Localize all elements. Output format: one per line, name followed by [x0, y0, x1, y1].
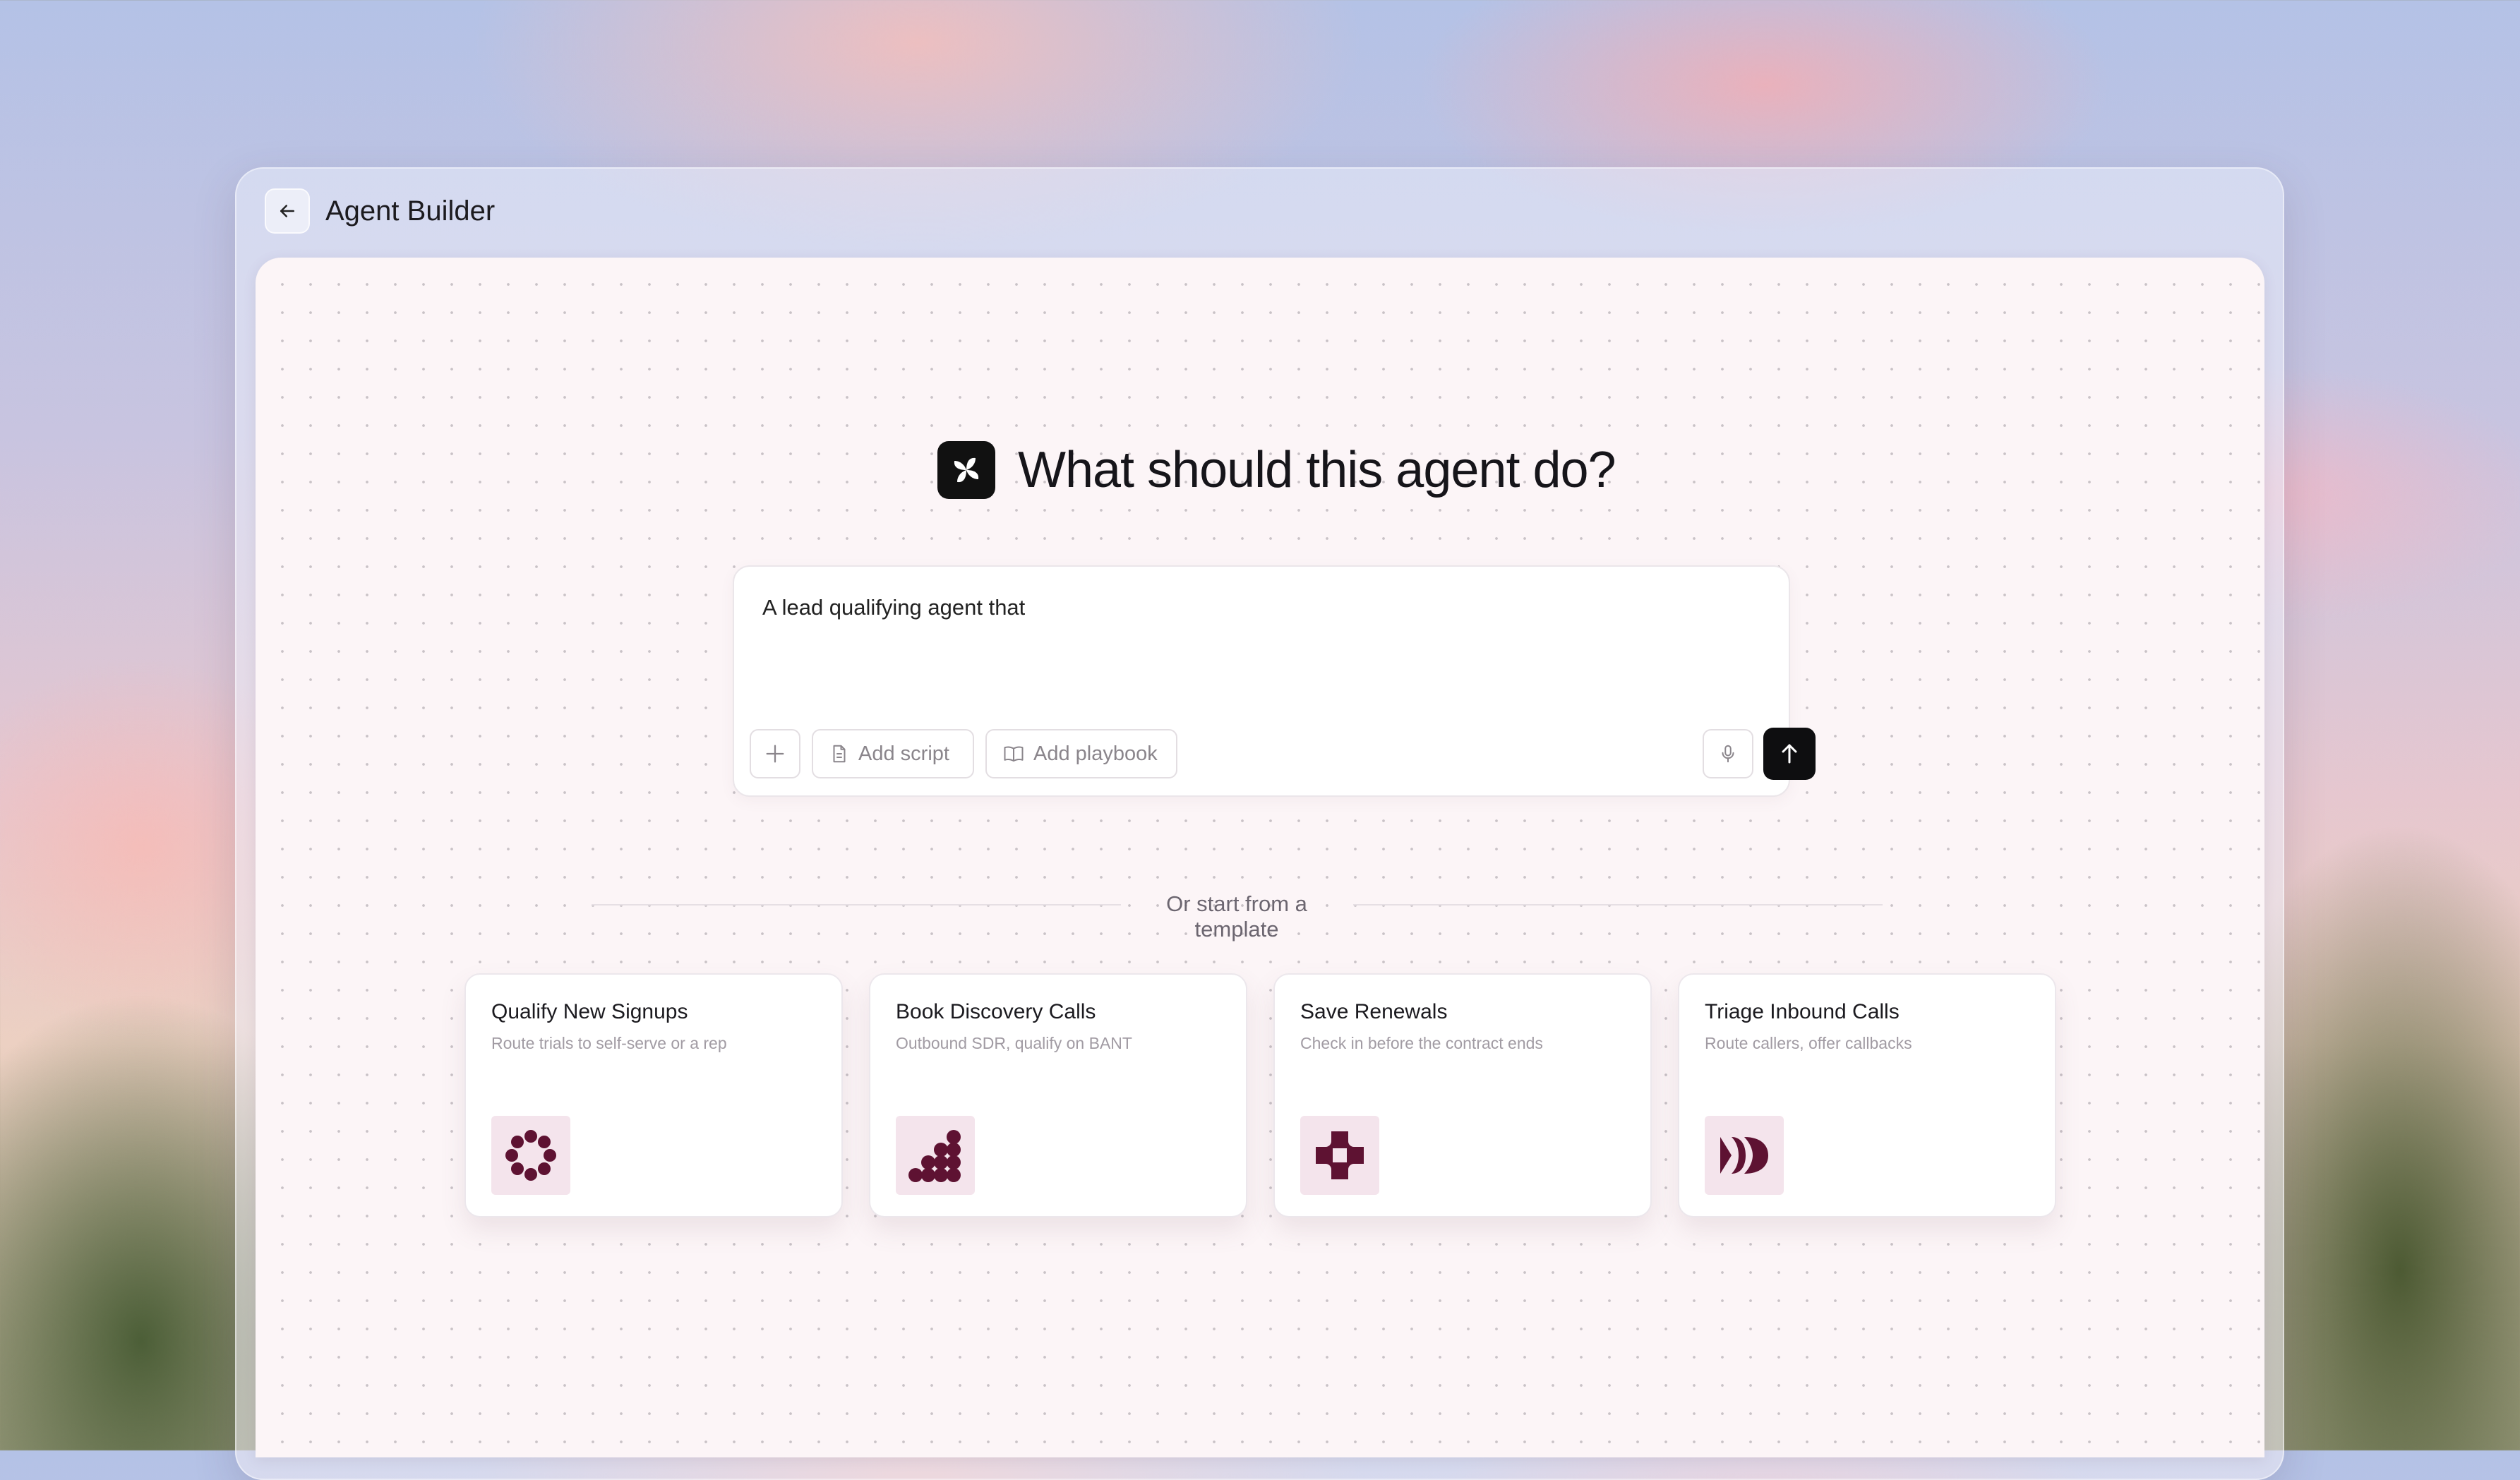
template-card-triage-inbound[interactable]: Triage Inbound Calls Route callers, offe… [1678, 973, 2056, 1217]
card-title: Triage Inbound Calls [1705, 1000, 1900, 1023]
arrow-up-icon [1782, 744, 1797, 764]
arrow-forward-shapes-icon [1705, 1116, 1784, 1195]
add-playbook-label: Add playbook [1033, 742, 1158, 765]
divider-right [1353, 904, 1883, 906]
prompt-input[interactable]: A lead qualifying agent that [762, 595, 1025, 620]
headline: What should this agent do? [937, 441, 1616, 499]
microphone-icon [1722, 745, 1734, 763]
prompt-box[interactable]: A lead qualifying agent that Add script … [733, 565, 1816, 797]
arrow-left-icon [280, 205, 294, 217]
microphone-button[interactable] [1703, 729, 1753, 778]
lifebuoy-icon [1300, 1116, 1379, 1195]
template-card-qualify-signups[interactable]: Qualify New Signups Route trials to self… [464, 973, 843, 1217]
attach-button[interactable] [750, 729, 800, 778]
card-subtitle: Check in before the contract ends [1300, 1034, 1543, 1052]
dot-staircase-icon [896, 1116, 975, 1195]
card-title: Save Renewals [1300, 1000, 1448, 1023]
page-title: What should this agent do? [1018, 442, 1616, 498]
templates-label: Or start from a template [1166, 891, 1307, 941]
dot-ring-icon [491, 1116, 570, 1195]
template-card-book-discovery[interactable]: Book Discovery Calls Outbound SDR, quali… [869, 973, 1247, 1217]
send-button[interactable] [1763, 728, 1816, 780]
add-playbook-button[interactable]: Add playbook [985, 729, 1177, 778]
open-book-icon [1004, 746, 1024, 762]
card-title: Book Discovery Calls [896, 1000, 1096, 1023]
card-title: Qualify New Signups [491, 1000, 688, 1023]
app-title: Agent Builder [325, 195, 496, 227]
template-card-save-renewals[interactable]: Save Renewals Check in before the contra… [1273, 973, 1652, 1217]
card-subtitle: Outbound SDR, qualify on BANT [896, 1034, 1132, 1052]
document-icon [833, 745, 846, 763]
card-subtitle: Route callers, offer callbacks [1705, 1034, 1912, 1052]
add-script-label: Add script [858, 742, 949, 765]
plus-icon [766, 745, 784, 763]
add-script-button[interactable]: Add script [812, 729, 974, 778]
card-subtitle: Route trials to self-serve or a rep [491, 1034, 727, 1052]
title-bar: Agent Builder [265, 188, 496, 234]
builder-canvas: What should this agent do? A lead qualif… [256, 258, 2264, 1457]
divider-left [592, 904, 1121, 906]
pinwheel-logo-icon [937, 441, 995, 499]
back-button[interactable] [265, 188, 310, 234]
